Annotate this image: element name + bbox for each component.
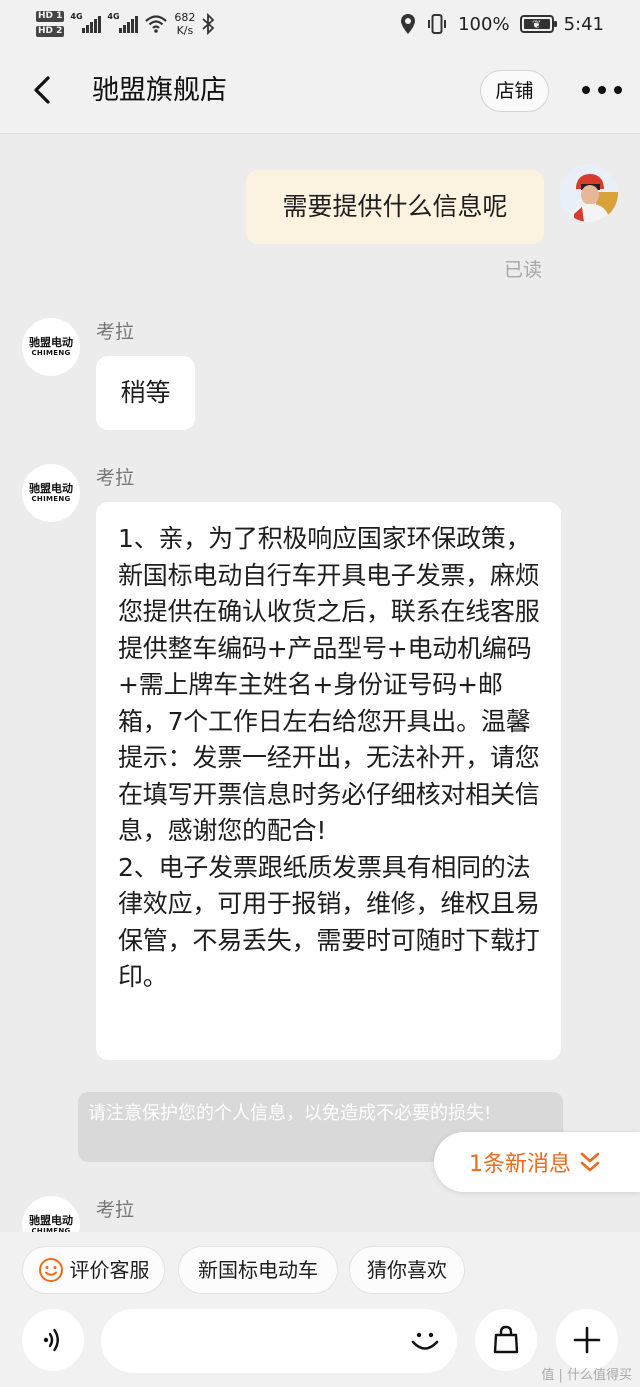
status-left: HD 1 HD 2 4G 4G 682 K/s: [36, 6, 215, 42]
chip-label: 新国标电动车: [198, 1258, 318, 1282]
chip-label: 评价客服: [69, 1258, 150, 1282]
clock: 5:41: [563, 13, 604, 35]
shopping-bag-icon: [493, 1325, 519, 1354]
shop-avatar[interactable]: 驰盟电动 CHIMENG: [22, 318, 80, 376]
shop-avatar-name: 驰盟电动: [29, 1214, 73, 1227]
hd2-badge: HD 2: [36, 26, 65, 37]
more-options-icon[interactable]: [582, 84, 622, 96]
wifi-icon: [145, 15, 168, 33]
status-right: 100% ❦ 5:41: [400, 10, 604, 38]
shop-avatar-brand: CHIMENG: [31, 495, 71, 503]
message-text: 1、亲，为了积极响应国家环保政策，新国标电动自行车开具电子发票，麻烦您提供在确认…: [118, 524, 540, 991]
shop-avatar-brand: CHIMENG: [31, 349, 71, 357]
smile-icon: [38, 1258, 63, 1282]
network-speed: 682 K/s: [174, 11, 195, 37]
voice-button[interactable]: [22, 1309, 84, 1371]
more-actions-button[interactable]: [556, 1309, 618, 1371]
plus-icon: [573, 1326, 601, 1354]
battery-percent: 100%: [458, 13, 510, 35]
speed-unit: K/s: [176, 24, 194, 37]
chat-screen: HD 1 HD 2 4G 4G 682 K/s 100% ❦ 5:41 驰盟旗舰…: [0, 0, 640, 1387]
status-bar: HD 1 HD 2 4G 4G 682 K/s 100% ❦ 5:41: [0, 0, 640, 48]
shop-avatar-name: 驰盟电动: [29, 336, 73, 349]
shop-button[interactable]: 店铺: [480, 70, 549, 112]
page-title: 驰盟旗舰店: [92, 75, 227, 106]
recommend-chip[interactable]: 猜你喜欢: [349, 1246, 465, 1294]
location-icon: [401, 14, 416, 34]
ebike-standard-chip[interactable]: 新国标电动车: [178, 1246, 338, 1294]
shop-message-bubble[interactable]: 稍等: [96, 356, 195, 430]
signal-2-icon: 4G: [107, 12, 139, 33]
signal-1-icon: 4G: [70, 12, 102, 33]
emoji-icon[interactable]: [407, 1323, 443, 1359]
bottom-bar: 评价客服 新国标电动车 猜你喜欢 值 | 什么值得买: [0, 1232, 640, 1387]
user-avatar-image: [560, 164, 618, 222]
speed-value: 682: [174, 11, 196, 24]
hd-indicators: HD 1 HD 2: [36, 11, 65, 37]
net2-label: 4G: [107, 12, 120, 21]
message-input[interactable]: [101, 1309, 457, 1373]
nav-bar: 驰盟旗舰店 店铺: [0, 48, 640, 134]
new-message-label: 1条新消息: [469, 1152, 571, 1177]
hd1-badge: HD 1: [36, 11, 65, 22]
new-message-button[interactable]: 1条新消息: [434, 1132, 640, 1192]
user-avatar[interactable]: [560, 164, 618, 222]
net1-label: 4G: [70, 12, 83, 21]
chip-label: 猜你喜欢: [367, 1258, 447, 1282]
vibrate-icon: [428, 14, 447, 34]
order-button[interactable]: [475, 1309, 537, 1371]
sender-name: 考拉: [96, 467, 135, 489]
double-chevron-down-icon: [580, 1152, 600, 1172]
sender-name: 考拉: [96, 321, 135, 343]
user-message-bubble[interactable]: 需要提供什么信息呢: [246, 170, 544, 244]
voice-icon: [43, 1328, 59, 1352]
rate-service-chip[interactable]: 评价客服: [22, 1246, 165, 1294]
shop-message-bubble[interactable]: 1、亲，为了积极响应国家环保政策，新国标电动自行车开具电子发票，麻烦您提供在确认…: [96, 502, 561, 1060]
bluetooth-icon: [202, 13, 215, 35]
back-arrow-icon[interactable]: [26, 72, 62, 108]
battery-icon: ❦: [519, 15, 557, 33]
shop-avatar-name: 驰盟电动: [29, 482, 73, 495]
watermark: 值 | 什么值得买: [541, 1368, 632, 1383]
read-status: 已读: [504, 259, 543, 281]
shop-avatar[interactable]: 驰盟电动 CHIMENG: [22, 464, 80, 522]
sender-name: 考拉: [96, 1199, 135, 1221]
